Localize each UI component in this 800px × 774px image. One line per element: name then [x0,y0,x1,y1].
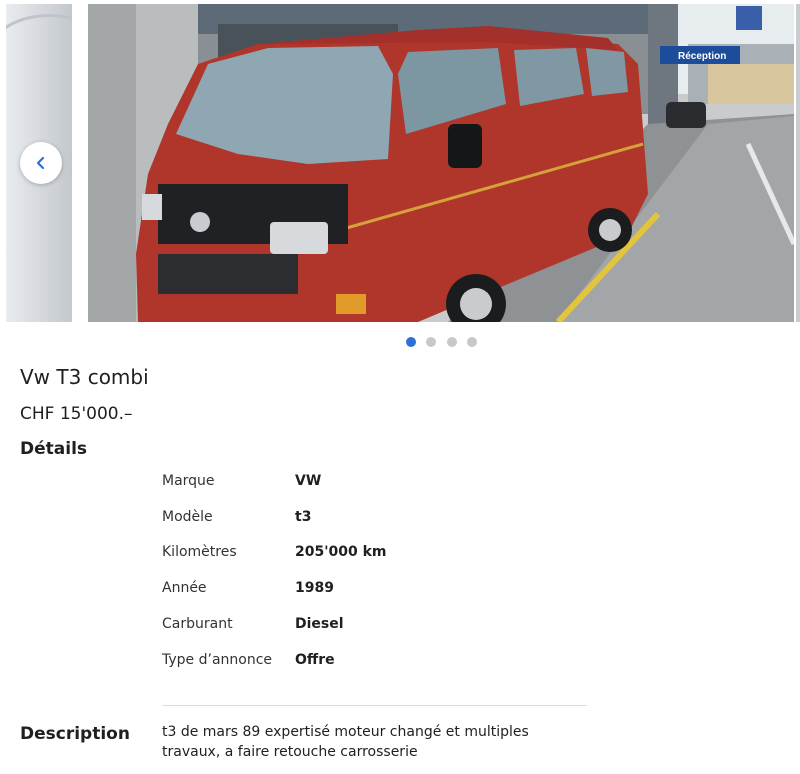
spec-label: Modèle [162,509,213,525]
spec-label: Carburant [162,616,233,632]
spec-row-model: Modèle t3 [162,509,592,529]
listing-price: CHF 15'000.– [20,404,133,424]
spec-label: Type d’annonce [162,652,273,668]
carousel-dot-1[interactable] [406,337,416,347]
spec-row-fuel: Carburant Diesel [162,616,592,636]
section-divider [162,705,587,706]
main-photo[interactable]: Réception [88,4,794,322]
spec-row-brand: Marque VW [162,473,592,493]
previous-photo-button[interactable] [20,142,62,184]
spec-value: 1989 [295,580,334,596]
description-heading: Description [20,724,130,744]
carousel-dot-4[interactable] [467,337,477,347]
spec-value: Offre [295,652,335,668]
carousel-dot-2[interactable] [426,337,436,347]
image-carousel[interactable]: Réception [0,0,800,324]
spec-label: Marque [162,473,215,489]
spec-value: Diesel [295,616,344,632]
street-sign-text: Réception [678,51,726,62]
carousel-dot-3[interactable] [447,337,457,347]
spec-label: Kilomètres [162,544,237,560]
listing-title: Vw T3 combi [20,365,149,389]
carousel-pagination [0,337,800,349]
spec-value: 205'000 km [295,544,387,560]
spec-value: t3 [295,509,312,525]
next-photo-thumbnail[interactable] [796,4,800,322]
details-heading: Détails [20,439,88,459]
spec-row-mileage: Kilomètres 205'000 km [162,544,592,564]
spec-value: VW [295,473,322,489]
van-photo-illustration: Réception [88,4,794,322]
spec-row-listing-type: Type d’annonce Offre [162,652,592,672]
spec-label: Année [162,580,207,596]
chevron-left-icon [36,156,45,170]
spec-row-year: Année 1989 [162,580,592,600]
description-text: t3 de mars 89 expertisé moteur changé et… [162,724,529,760]
